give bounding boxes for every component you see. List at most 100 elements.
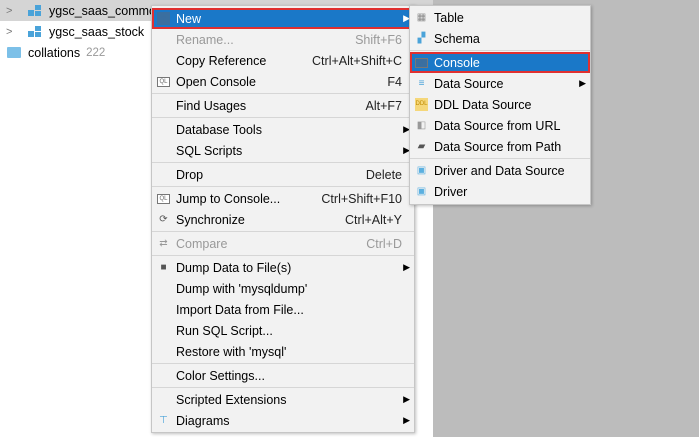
menu-item-label: Drop — [176, 167, 204, 182]
driver-icon: ▣ — [416, 165, 427, 176]
tree-node-label: collations — [28, 45, 81, 60]
menu-separator — [152, 363, 414, 364]
table-icon: ▦ — [416, 12, 427, 23]
menu-item-new[interactable]: + New ▶ — [152, 8, 414, 29]
schema-icon — [28, 25, 42, 38]
folder-open-icon: ▰ — [417, 141, 426, 152]
folder-icon — [7, 47, 21, 58]
menu-item-label: Data Source from URL — [434, 118, 561, 133]
menu-item-driver-and-data-source[interactable]: ▣ Driver and Data Source — [410, 160, 590, 181]
menu-item-data-source[interactable]: ≡ Data Source ▶ — [410, 73, 590, 94]
menu-item-dump-data-to-file-s[interactable]: ■ Dump Data to File(s) ▶ — [152, 257, 414, 278]
menu-item-label: Color Settings... — [176, 368, 265, 383]
chevron-right-icon[interactable]: > — [6, 5, 16, 17]
menu-item-label: Scripted Extensions — [176, 392, 287, 407]
menu-item-label: SQL Scripts — [176, 143, 243, 158]
shortcut: Ctrl+Alt+Shift+C — [312, 53, 402, 68]
console-icon: QL — [157, 77, 170, 87]
menu-item-drop[interactable]: Drop Delete — [152, 164, 414, 185]
submenu-arrow-icon: ▶ — [579, 78, 586, 88]
menu-separator — [152, 255, 414, 256]
driver-icon: ▣ — [416, 186, 427, 197]
menu-item-label: Driver and Data Source — [434, 163, 565, 178]
node-count: 222 — [86, 46, 106, 59]
menu-item-label: Dump with 'mysqldump' — [176, 281, 308, 296]
menu-item-data-source-from-path[interactable]: ▰ Data Source from Path — [410, 136, 590, 157]
schema-icon: ▞ — [417, 33, 426, 44]
url-icon: ◧ — [416, 120, 427, 131]
console-icon: QL — [415, 58, 428, 68]
menu-item-sql-scripts[interactable]: SQL Scripts ▶ — [152, 140, 414, 161]
chevron-right-icon[interactable]: > — [6, 26, 16, 38]
sync-icon: ⟳ — [159, 214, 168, 225]
tree-node-label: ygsc_saas_stock — [49, 24, 145, 39]
shortcut: Delete — [365, 167, 402, 182]
menu-item-label: Console — [434, 55, 480, 70]
menu-item-console[interactable]: QL Console — [410, 52, 590, 73]
menu-item-driver[interactable]: ▣ Driver — [410, 181, 590, 202]
menu-item-data-source-from-url[interactable]: ◧ Data Source from URL — [410, 115, 590, 136]
compare-icon: ⇄ — [159, 238, 168, 249]
menu-item-label: Find Usages — [176, 98, 247, 113]
menu-item-label: Dump Data to File(s) — [176, 260, 292, 275]
menu-item-label: Jump to Console... — [176, 191, 281, 206]
menu-item-compare[interactable]: ⇄ Compare Ctrl+D — [152, 233, 414, 254]
menu-item-diagrams[interactable]: ⊤ Diagrams ▶ — [152, 410, 414, 431]
menu-item-label: Data Source — [434, 76, 504, 91]
menu-item-run-sql-script[interactable]: Run SQL Script... — [152, 320, 414, 341]
menu-item-restore-with-mysql[interactable]: Restore with 'mysql' — [152, 341, 414, 362]
console-icon: QL — [157, 194, 170, 204]
submenu-arrow-icon: ▶ — [403, 262, 410, 272]
menu-item-database-tools[interactable]: Database Tools ▶ — [152, 119, 414, 140]
submenu-arrow-icon: ▶ — [403, 415, 410, 425]
menu-item-rename[interactable]: Rename... Shift+F6 — [152, 29, 414, 50]
shortcut: F4 — [387, 74, 402, 89]
menu-item-synchronize[interactable]: ⟳ Synchronize Ctrl+Alt+Y — [152, 209, 414, 230]
ddl-icon: DDL — [415, 98, 428, 111]
menu-item-label: Run SQL Script... — [176, 323, 273, 338]
menu-item-find-usages[interactable]: Find Usages Alt+F7 — [152, 95, 414, 116]
menu-item-jump-to-console[interactable]: QL Jump to Console... Ctrl+Shift+F10 — [152, 188, 414, 209]
menu-item-import-data-from-file[interactable]: Import Data from File... — [152, 299, 414, 320]
menu-item-label: Rename... — [176, 32, 234, 47]
menu-separator — [410, 158, 590, 159]
menu-item-label: Diagrams — [176, 413, 230, 428]
menu-item-dump-with-mysqldump[interactable]: Dump with 'mysqldump' — [152, 278, 414, 299]
menu-item-label: Database Tools — [176, 122, 262, 137]
menu-item-label: Synchronize — [176, 212, 245, 227]
menu-item-schema[interactable]: ▞ Schema — [410, 28, 590, 49]
menu-item-table[interactable]: ▦ Table — [410, 7, 590, 28]
menu-item-label: New — [176, 11, 202, 26]
datasource-icon: ≡ — [418, 78, 425, 89]
menu-item-label: Compare — [176, 236, 228, 251]
menu-item-label: Open Console — [176, 74, 256, 89]
save-icon: ■ — [160, 262, 167, 273]
schema-icon — [28, 4, 42, 17]
context-menu: + New ▶ Rename... Shift+F6 Copy Reference Ctrl… — [151, 5, 415, 433]
plus-icon: + — [157, 12, 170, 25]
tree-node-label: ygsc_saas_commo — [49, 3, 156, 18]
menu-item-label: Import Data from File... — [176, 302, 304, 317]
menu-item-label: Driver — [434, 184, 468, 199]
shortcut: Ctrl+Shift+F10 — [321, 191, 402, 206]
menu-separator — [152, 231, 414, 232]
menu-item-ddl-data-source[interactable]: DDL DDL Data Source — [410, 94, 590, 115]
menu-separator — [152, 93, 414, 94]
menu-item-copy-reference[interactable]: Copy Reference Ctrl+Alt+Shift+C — [152, 50, 414, 71]
menu-item-label: Table — [434, 10, 464, 25]
shortcut: Shift+F6 — [355, 32, 402, 47]
menu-item-color-settings[interactable]: Color Settings... — [152, 365, 414, 386]
shortcut: Alt+F7 — [365, 98, 402, 113]
menu-separator — [410, 50, 590, 51]
menu-item-label: Copy Reference — [176, 53, 267, 68]
menu-separator — [152, 162, 414, 163]
menu-item-label: DDL Data Source — [434, 97, 532, 112]
menu-separator — [152, 387, 414, 388]
menu-item-open-console[interactable]: QL Open Console F4 — [152, 71, 414, 92]
menu-item-label: Data Source from Path — [434, 139, 562, 154]
menu-item-label: Restore with 'mysql' — [176, 344, 287, 359]
menu-item-scripted-extensions[interactable]: Scripted Extensions ▶ — [152, 389, 414, 410]
diagram-icon: ⊤ — [159, 415, 168, 426]
submenu-arrow-icon: ▶ — [403, 394, 410, 404]
shortcut: Ctrl+D — [366, 236, 402, 251]
